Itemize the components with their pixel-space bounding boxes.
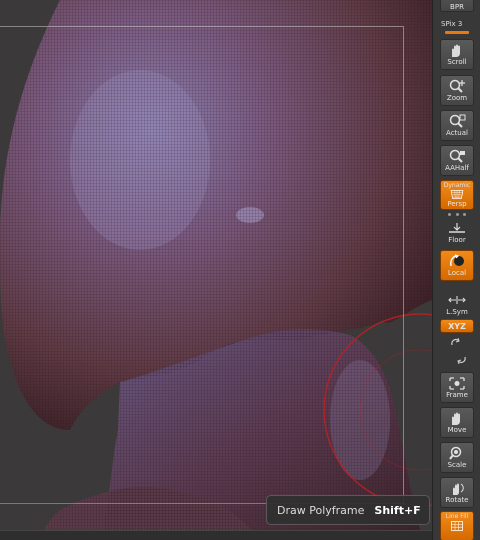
bottom-strip [0, 530, 432, 540]
polyf-button[interactable]: Line Fill [440, 511, 474, 540]
dynamic-label: Dynamic [443, 182, 471, 189]
zoom-label: Zoom [446, 94, 468, 102]
rotate-icon [453, 483, 464, 495]
magnifier-icon [449, 114, 466, 128]
xyz-label: XYZ [448, 322, 466, 331]
scale-button[interactable]: Scale [440, 442, 474, 473]
rotate-button[interactable]: Rotate [440, 477, 474, 508]
actual-label: Actual [446, 129, 468, 137]
move-button[interactable]: Move [440, 407, 474, 438]
aahalf-label: AAHalf [445, 164, 469, 172]
zoom-button[interactable]: Zoom [440, 75, 474, 106]
perspective-grid-icon [450, 190, 464, 199]
canvas-viewport[interactable]: Draw Polyframe Shift+F [0, 0, 432, 540]
move-hand-icon [452, 412, 460, 425]
local-button[interactable]: Local [440, 250, 474, 281]
lsym-label: L.Sym [446, 308, 468, 316]
magnifier-half-icon [449, 149, 465, 163]
bpr-label: BPR [450, 3, 464, 11]
polyframe-icon [451, 521, 463, 531]
scroll-button[interactable]: Scroll [440, 39, 474, 70]
polyf-header: Line Fill [445, 513, 469, 520]
floor-icon [449, 223, 465, 233]
local-symmetry-icon [448, 296, 466, 304]
frame-icon [449, 377, 465, 390]
actual-button[interactable]: Actual [440, 110, 474, 141]
xyz-button[interactable]: XYZ [440, 319, 474, 333]
spix-slider[interactable] [445, 31, 469, 34]
floor-axis-dots[interactable] [448, 213, 466, 217]
frame-label: Frame [446, 391, 468, 399]
bpr-button[interactable]: BPR [440, 0, 474, 12]
right-shelf: BPR SPix 3 Scroll Zoom Actual AAHalf Dyn… [432, 0, 480, 540]
tooltip-shortcut: Shift+F [374, 503, 421, 517]
tooltip-label: Draw Polyframe [277, 503, 365, 517]
scale-icon [449, 446, 462, 460]
move-label: Move [447, 426, 467, 434]
rotate-z-icon[interactable] [455, 353, 467, 365]
scroll-label: Scroll [447, 58, 467, 66]
local-pivot-icon [450, 254, 464, 267]
aahalf-button[interactable]: AAHalf [440, 145, 474, 176]
floor-label: Floor [448, 236, 466, 244]
tooltip: Draw Polyframe Shift+F [266, 495, 430, 525]
local-label: Local [447, 269, 467, 277]
persp-button[interactable]: Dynamic Persp [440, 180, 474, 210]
rotate-label: Rotate [445, 496, 469, 504]
frame-button[interactable]: Frame [440, 372, 474, 403]
hand-icon [452, 44, 460, 57]
lsym-button[interactable]: L.Sym [440, 290, 474, 321]
scale-label: Scale [447, 461, 467, 469]
rotate-y-icon[interactable] [450, 337, 462, 349]
sculpt-mesh[interactable] [0, 0, 432, 540]
spix-label[interactable]: SPix 3 [441, 20, 462, 28]
magnifier-plus-icon [449, 79, 465, 93]
persp-label: Persp [447, 200, 467, 208]
floor-button[interactable]: Floor [440, 218, 474, 249]
